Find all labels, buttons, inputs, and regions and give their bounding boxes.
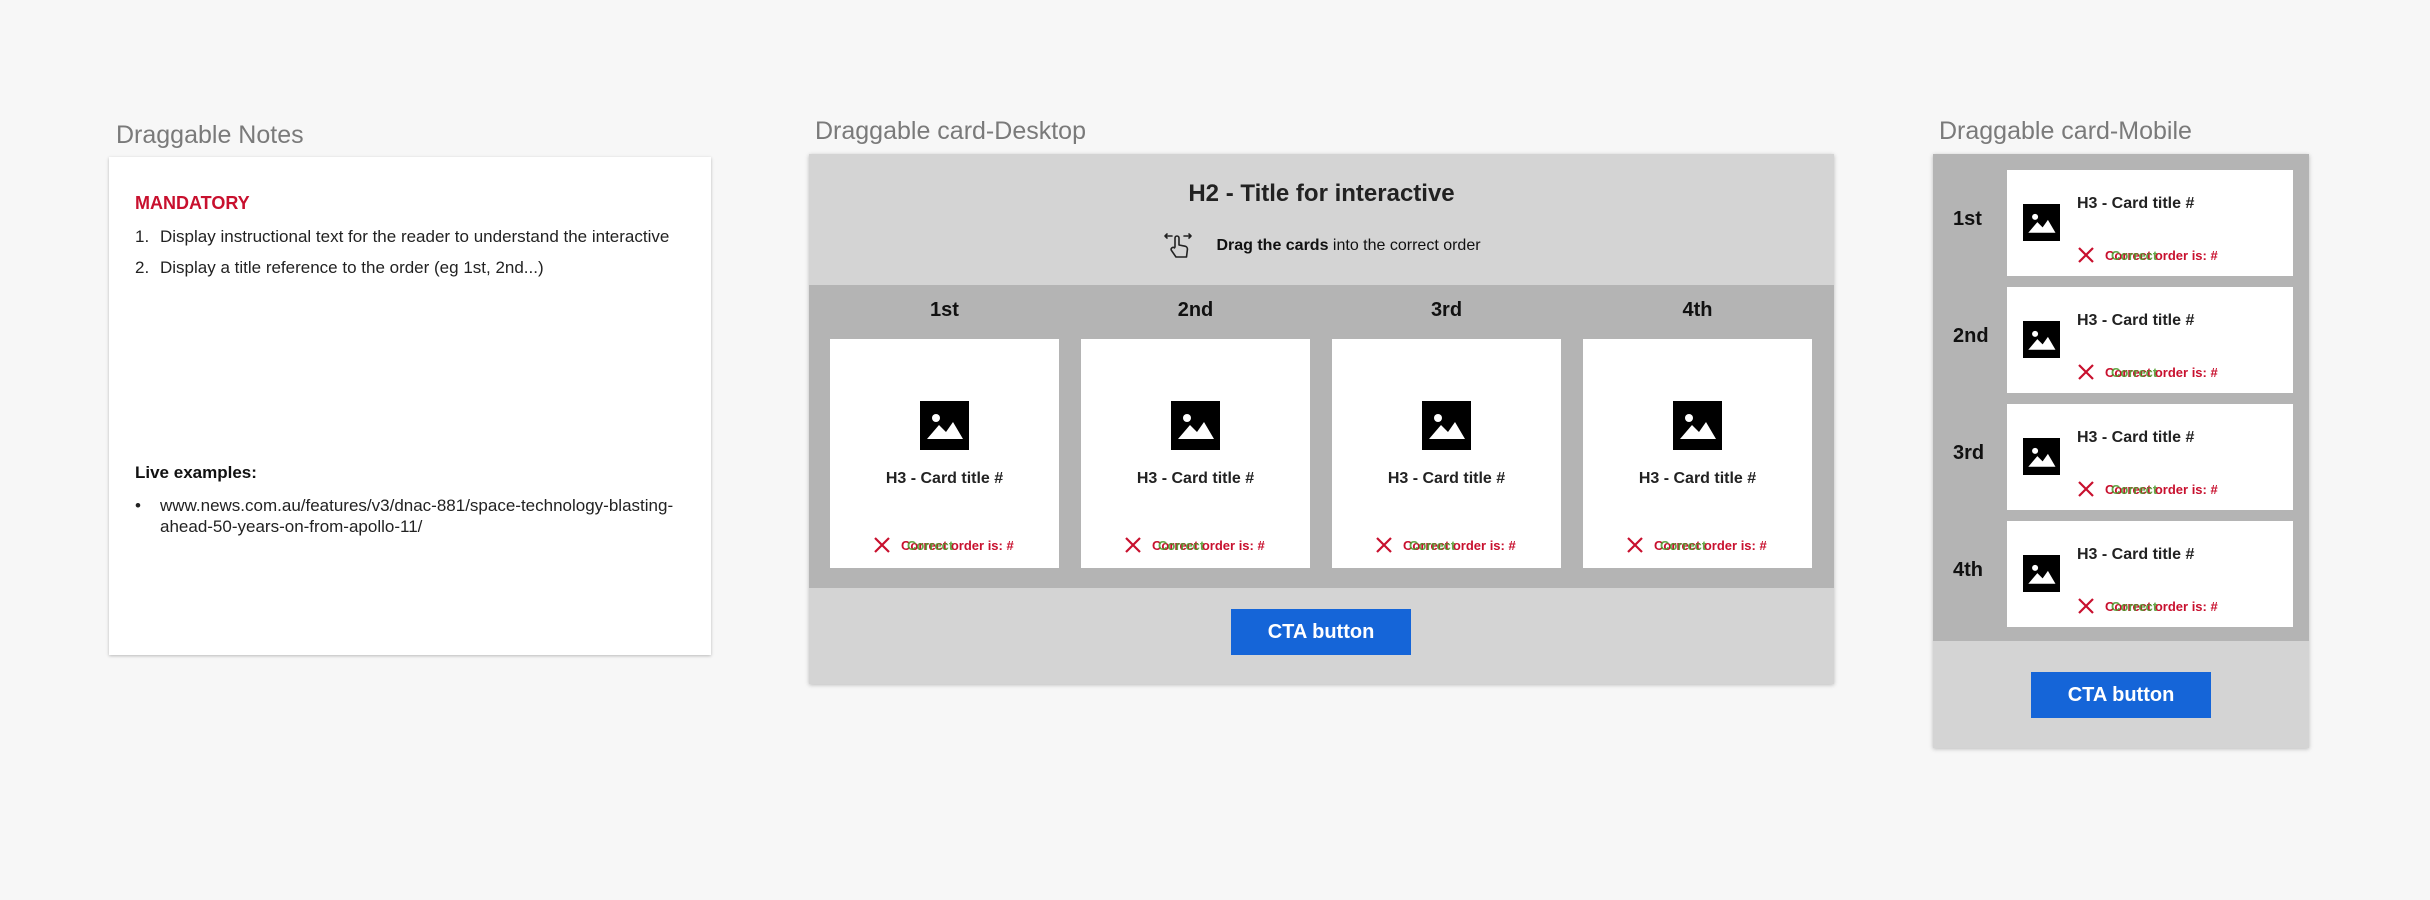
card-feedback: Correct order is: # Correct — [873, 536, 1014, 554]
close-x-icon — [874, 537, 890, 553]
order-label: 1st — [930, 299, 959, 321]
instruction-text: into the correct order — [1328, 237, 1481, 254]
mandatory-list: 1. Display instructional text for the rea… — [135, 226, 685, 278]
card-title: H3 - Card title # — [2077, 312, 2195, 329]
feedback-correct-text: Correct — [1409, 537, 1456, 553]
order-label: 3rd — [1430, 299, 1463, 321]
list-item: 2. Display a title reference to the order… — [135, 257, 685, 278]
list-item: • www.news.com.au/features/v3/dnac-881/sp… — [135, 495, 675, 537]
draggable-card[interactable]: H3 - Card title # Correct order is: # Cor… — [830, 339, 1059, 568]
close-x-icon — [2078, 247, 2094, 263]
list-item: 1. Display instructional text for the rea… — [135, 226, 685, 247]
order-label: 4th — [1682, 299, 1713, 321]
bullet: • — [135, 496, 141, 515]
mandatory-heading: MANDATORY — [135, 193, 250, 213]
image-placeholder-icon — [920, 401, 969, 450]
order-row: 1st H3 - Card title # Correct order is: … — [1933, 170, 2309, 276]
draggable-card[interactable]: H3 - Card title # Correct order is: # Cor… — [1583, 339, 1812, 568]
card-title: H3 - Card title # — [2077, 429, 2195, 446]
card-title: H3 - Card title # — [1638, 470, 1757, 487]
live-examples-heading: Live examples: — [135, 463, 257, 482]
order-row: 4th H3 - Card title # Correct order is: … — [1933, 521, 2309, 627]
draggable-card[interactable]: H3 - Card title # Correct order is: # Cor… — [2007, 521, 2293, 627]
card-title: H3 - Card title # — [2077, 546, 2195, 563]
interactive-title: H2 - Title for interactive — [1188, 180, 1455, 207]
image-placeholder-icon — [2023, 438, 2060, 475]
draggable-card[interactable]: H3 - Card title # Correct order is: # Cor… — [2007, 170, 2293, 276]
card-feedback: Correct order is: # Correct — [2077, 480, 2218, 498]
close-x-icon — [2078, 598, 2094, 614]
order-label: 4th — [1953, 559, 1983, 581]
card-feedback: Correct order is: # Correct — [1375, 536, 1516, 554]
card-grid: 1st H3 - Card title # Correct order is: … — [809, 285, 1834, 588]
order-label: 2nd — [1953, 325, 1989, 347]
feedback-correct-text: Correct — [1158, 537, 1205, 553]
card-title: H3 - Card title # — [1136, 470, 1255, 487]
close-x-icon — [1627, 537, 1643, 553]
feedback-correct-text: Correct — [2111, 364, 2158, 380]
order-label: 3rd — [1953, 442, 1985, 464]
image-placeholder-icon — [1171, 401, 1220, 450]
desktop-interactive: H2 - Title for interactive Drag the card… — [809, 154, 1834, 684]
feedback-correct-text: Correct — [907, 537, 954, 553]
desktop-frame-label: Draggable card-Desktop — [815, 117, 1086, 145]
cta-button[interactable]: CTA button — [1231, 609, 1411, 655]
draggable-card[interactable]: H3 - Card title # Correct order is: # Cor… — [1332, 339, 1561, 568]
image-placeholder-icon — [2023, 204, 2060, 241]
list-text: Display a title reference to the order (… — [160, 258, 544, 277]
order-row: 3rd H3 - Card title # Correct order is: … — [1933, 404, 2309, 510]
card-list: 1st H3 - Card title # Correct order is: … — [1933, 154, 2309, 641]
mobile-interactive: 1st H3 - Card title # Correct order is: … — [1933, 154, 2309, 748]
instruction: Drag the cards into the correct order — [809, 230, 1834, 262]
list-number: 1. — [135, 227, 150, 246]
card-title: H3 - Card title # — [1387, 470, 1506, 487]
list-text: Display instructional text for the reade… — [160, 227, 670, 246]
close-x-icon — [2078, 364, 2094, 380]
order-row: 2nd H3 - Card title # Correct order is: … — [1933, 287, 2309, 393]
card-feedback: Correct order is: # Correct — [2077, 246, 2218, 264]
notes-frame-label: Draggable Notes — [116, 121, 304, 149]
feedback-correct-text: Correct — [2111, 247, 2158, 263]
card-feedback: Correct order is: # Correct — [2077, 363, 2218, 381]
close-x-icon — [1376, 537, 1392, 553]
feedback-correct-text: Correct — [1660, 537, 1707, 553]
order-label: 1st — [1953, 208, 1982, 230]
feedback-correct-text: Correct — [2111, 598, 2158, 614]
card-title: H3 - Card title # — [885, 470, 1004, 487]
instruction-bold: Drag the cards — [1216, 237, 1329, 254]
list-number: 2. — [135, 258, 150, 277]
close-x-icon — [1125, 537, 1141, 553]
card-title: H3 - Card title # — [2077, 195, 2195, 212]
live-examples-list: • www.news.com.au/features/v3/dnac-881/sp… — [135, 495, 675, 537]
image-placeholder-icon — [2023, 555, 2060, 592]
card-feedback: Correct order is: # Correct — [1626, 536, 1767, 554]
cta-button[interactable]: CTA button — [2031, 672, 2211, 718]
card-feedback: Correct order is: # Correct — [1124, 536, 1265, 554]
draggable-card[interactable]: H3 - Card title # Correct order is: # Cor… — [2007, 404, 2293, 510]
draggable-card[interactable]: H3 - Card title # Correct order is: # Cor… — [1081, 339, 1310, 568]
feedback-correct-text: Correct — [2111, 481, 2158, 497]
close-x-icon — [2078, 481, 2094, 497]
card-feedback: Correct order is: # Correct — [2077, 597, 2218, 615]
notes-panel: MANDATORY 1. Display instructional text f… — [109, 157, 711, 655]
mobile-frame-label: Draggable card-Mobile — [1939, 117, 2192, 145]
image-placeholder-icon — [1673, 401, 1722, 450]
example-link[interactable]: www.news.com.au/features/v3/dnac-881/spa… — [160, 495, 675, 537]
drag-hand-icon — [1164, 233, 1193, 258]
draggable-card[interactable]: H3 - Card title # Correct order is: # Cor… — [2007, 287, 2293, 393]
image-placeholder-icon — [2023, 321, 2060, 358]
image-placeholder-icon — [1422, 401, 1471, 450]
order-label: 2nd — [1177, 299, 1214, 321]
